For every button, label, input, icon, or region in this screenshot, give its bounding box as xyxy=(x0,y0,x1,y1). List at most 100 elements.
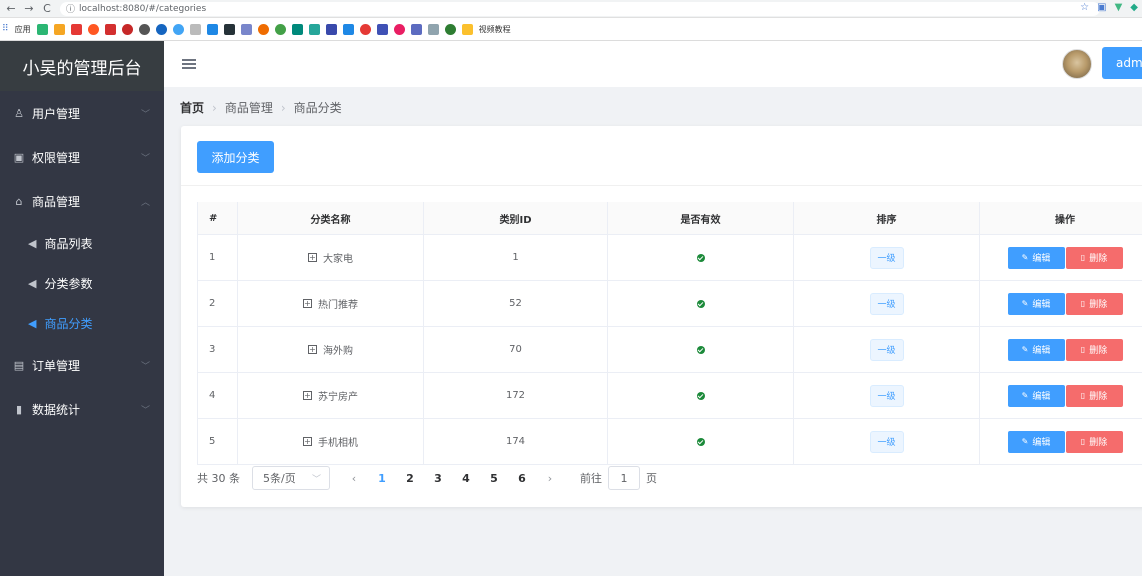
chevron-down-icon: ﹀ xyxy=(311,474,321,485)
menu-item-goods[interactable]: ⌂ 商品管理 ︿ xyxy=(0,179,164,223)
sub-label: 商品分类 xyxy=(44,316,93,331)
prev-page-button[interactable]: ‹ xyxy=(344,472,364,485)
sidebar-item-goods-list[interactable]: ◀ 商品列表 xyxy=(0,223,164,263)
page-button-6[interactable]: 6 xyxy=(508,472,536,485)
bookmark-icon[interactable] xyxy=(155,23,167,35)
delete-button[interactable]: ▯ 删除 xyxy=(1065,384,1123,407)
bookmark-icon[interactable] xyxy=(172,23,184,35)
bookmark-icon[interactable] xyxy=(308,23,320,35)
bookmark-icon[interactable] xyxy=(342,23,354,35)
level-tag: 一级 xyxy=(869,338,904,361)
delete-button[interactable]: ▯ 删除 xyxy=(1065,430,1123,453)
menu-label: 订单管理 xyxy=(32,358,81,373)
breadcrumb-home[interactable]: 首页 xyxy=(180,99,204,116)
edit-label: 编辑 xyxy=(1032,438,1051,448)
edit-button[interactable]: ✎ 编辑 xyxy=(1007,292,1065,315)
add-category-button[interactable]: 添加分类 xyxy=(197,141,274,173)
goto-unit: 页 xyxy=(646,472,657,485)
page-button-3[interactable]: 3 xyxy=(424,472,452,485)
chart-icon: ▮ xyxy=(15,402,23,416)
table-row: 4 + 苏宁房产 172 一级 ✎ 编辑 ▯ 删除 xyxy=(197,373,1142,419)
send-icon: ◀ xyxy=(28,236,37,250)
sidebar-item-params[interactable]: ◀ 分类参数 xyxy=(0,263,164,303)
menu-toggle-icon[interactable] xyxy=(182,57,196,71)
back-icon[interactable]: ← xyxy=(4,2,18,15)
menu-label: 商品管理 xyxy=(32,194,81,209)
breadcrumb: 首页 › 商品管理 › 商品分类 xyxy=(180,99,342,116)
operations-cell: ✎ 编辑 ▯ 删除 xyxy=(980,281,1142,326)
expand-icon[interactable]: + xyxy=(303,299,312,308)
bookmark-icon[interactable] xyxy=(291,23,303,35)
bookmark-icon[interactable] xyxy=(36,23,48,35)
bookmark-icon[interactable] xyxy=(325,23,337,35)
star-icon[interactable]: ☆ xyxy=(1080,2,1089,13)
bookmark-icon[interactable] xyxy=(189,23,201,35)
bookmark-icon[interactable] xyxy=(53,23,65,35)
bookmark-icon[interactable] xyxy=(87,23,99,35)
delete-label: 删除 xyxy=(1089,438,1108,448)
edit-button[interactable]: ✎ 编辑 xyxy=(1007,384,1065,407)
apps-icon[interactable]: ⠿ xyxy=(2,24,9,34)
sub-label: 分类参数 xyxy=(44,276,93,291)
menu-item-users[interactable]: ♙ 用户管理 ﹀ xyxy=(0,91,164,135)
bookmark-icon[interactable] xyxy=(444,23,456,35)
reload-icon[interactable]: C xyxy=(40,2,54,15)
bookmark-icon[interactable] xyxy=(240,23,252,35)
row-index: 5 xyxy=(197,419,238,464)
bookmark-icon[interactable] xyxy=(359,23,371,35)
edit-button[interactable]: ✎ 编辑 xyxy=(1007,338,1065,361)
edit-button[interactable]: ✎ 编辑 xyxy=(1007,246,1065,269)
apps-label[interactable]: 应用 xyxy=(15,24,31,35)
edit-button[interactable]: ✎ 编辑 xyxy=(1007,430,1065,453)
delete-button[interactable]: ▯ 删除 xyxy=(1065,338,1123,361)
page-button-4[interactable]: 4 xyxy=(452,472,480,485)
extension-icon[interactable]: ▣ xyxy=(1097,2,1106,13)
sidebar-item-categories[interactable]: ◀ 商品分类 xyxy=(0,303,164,343)
bookmark-icon[interactable] xyxy=(138,23,150,35)
goto-page-input[interactable]: 1 xyxy=(608,466,640,490)
breadcrumb-item: 商品分类 xyxy=(293,101,342,115)
menu-item-permissions[interactable]: ▣ 权限管理 ﹀ xyxy=(0,135,164,179)
bookmark-icon[interactable] xyxy=(257,23,269,35)
folder-icon[interactable] xyxy=(461,23,473,35)
bookmark-icon[interactable] xyxy=(223,23,235,35)
menu-label: 权限管理 xyxy=(32,150,81,165)
page-size-select[interactable]: 5条/页 ﹀ xyxy=(252,466,330,490)
bookmark-icon[interactable] xyxy=(376,23,388,35)
table-row: 3 + 海外购 70 一级 ✎ 编辑 ▯ 删除 xyxy=(197,327,1142,373)
breadcrumb-separator-icon: › xyxy=(280,100,286,115)
category-name: 手机相机 xyxy=(318,438,358,449)
expand-icon[interactable]: + xyxy=(308,345,317,354)
bookmark-icon[interactable] xyxy=(427,23,439,35)
category-name-cell: + 手机相机 xyxy=(238,419,424,464)
delete-button[interactable]: ▯ 删除 xyxy=(1065,292,1123,315)
expand-icon[interactable]: + xyxy=(308,253,317,262)
extension-icon-2[interactable]: ◆ xyxy=(1130,2,1138,13)
avatar[interactable] xyxy=(1062,49,1092,79)
valid-cell xyxy=(608,419,794,464)
bookmark-icon[interactable] xyxy=(70,23,82,35)
expand-icon[interactable]: + xyxy=(303,391,312,400)
bookmark-icon[interactable] xyxy=(121,23,133,35)
bookmark-label[interactable]: 视频教程 xyxy=(479,24,511,35)
user-menu-button[interactable]: adm xyxy=(1102,47,1142,79)
forward-icon[interactable]: → xyxy=(22,2,36,15)
page-button-2[interactable]: 2 xyxy=(396,472,424,485)
menu-item-stats[interactable]: ▮ 数据统计 ﹀ xyxy=(0,387,164,431)
bookmark-icon[interactable] xyxy=(104,23,116,35)
bookmark-icon[interactable] xyxy=(274,23,286,35)
bookmark-icon[interactable] xyxy=(393,23,405,35)
expand-icon[interactable]: + xyxy=(303,437,312,446)
next-page-button[interactable]: › xyxy=(540,472,560,485)
chevron-down-icon: ﹀ xyxy=(140,153,150,164)
sub-label: 商品列表 xyxy=(44,236,93,251)
delete-button[interactable]: ▯ 删除 xyxy=(1065,246,1123,269)
address-bar[interactable]: ⓘ localhost:8080/#/categories xyxy=(60,1,1100,16)
vue-devtools-icon[interactable]: ▼ xyxy=(1115,2,1123,13)
pagination-total: 共 30 条 xyxy=(197,472,240,485)
page-button-5[interactable]: 5 xyxy=(480,472,508,485)
menu-item-orders[interactable]: ▤ 订单管理 ﹀ xyxy=(0,343,164,387)
bookmark-icon[interactable] xyxy=(410,23,422,35)
bookmark-icon[interactable] xyxy=(206,23,218,35)
page-button-1[interactable]: 1 xyxy=(368,472,396,485)
